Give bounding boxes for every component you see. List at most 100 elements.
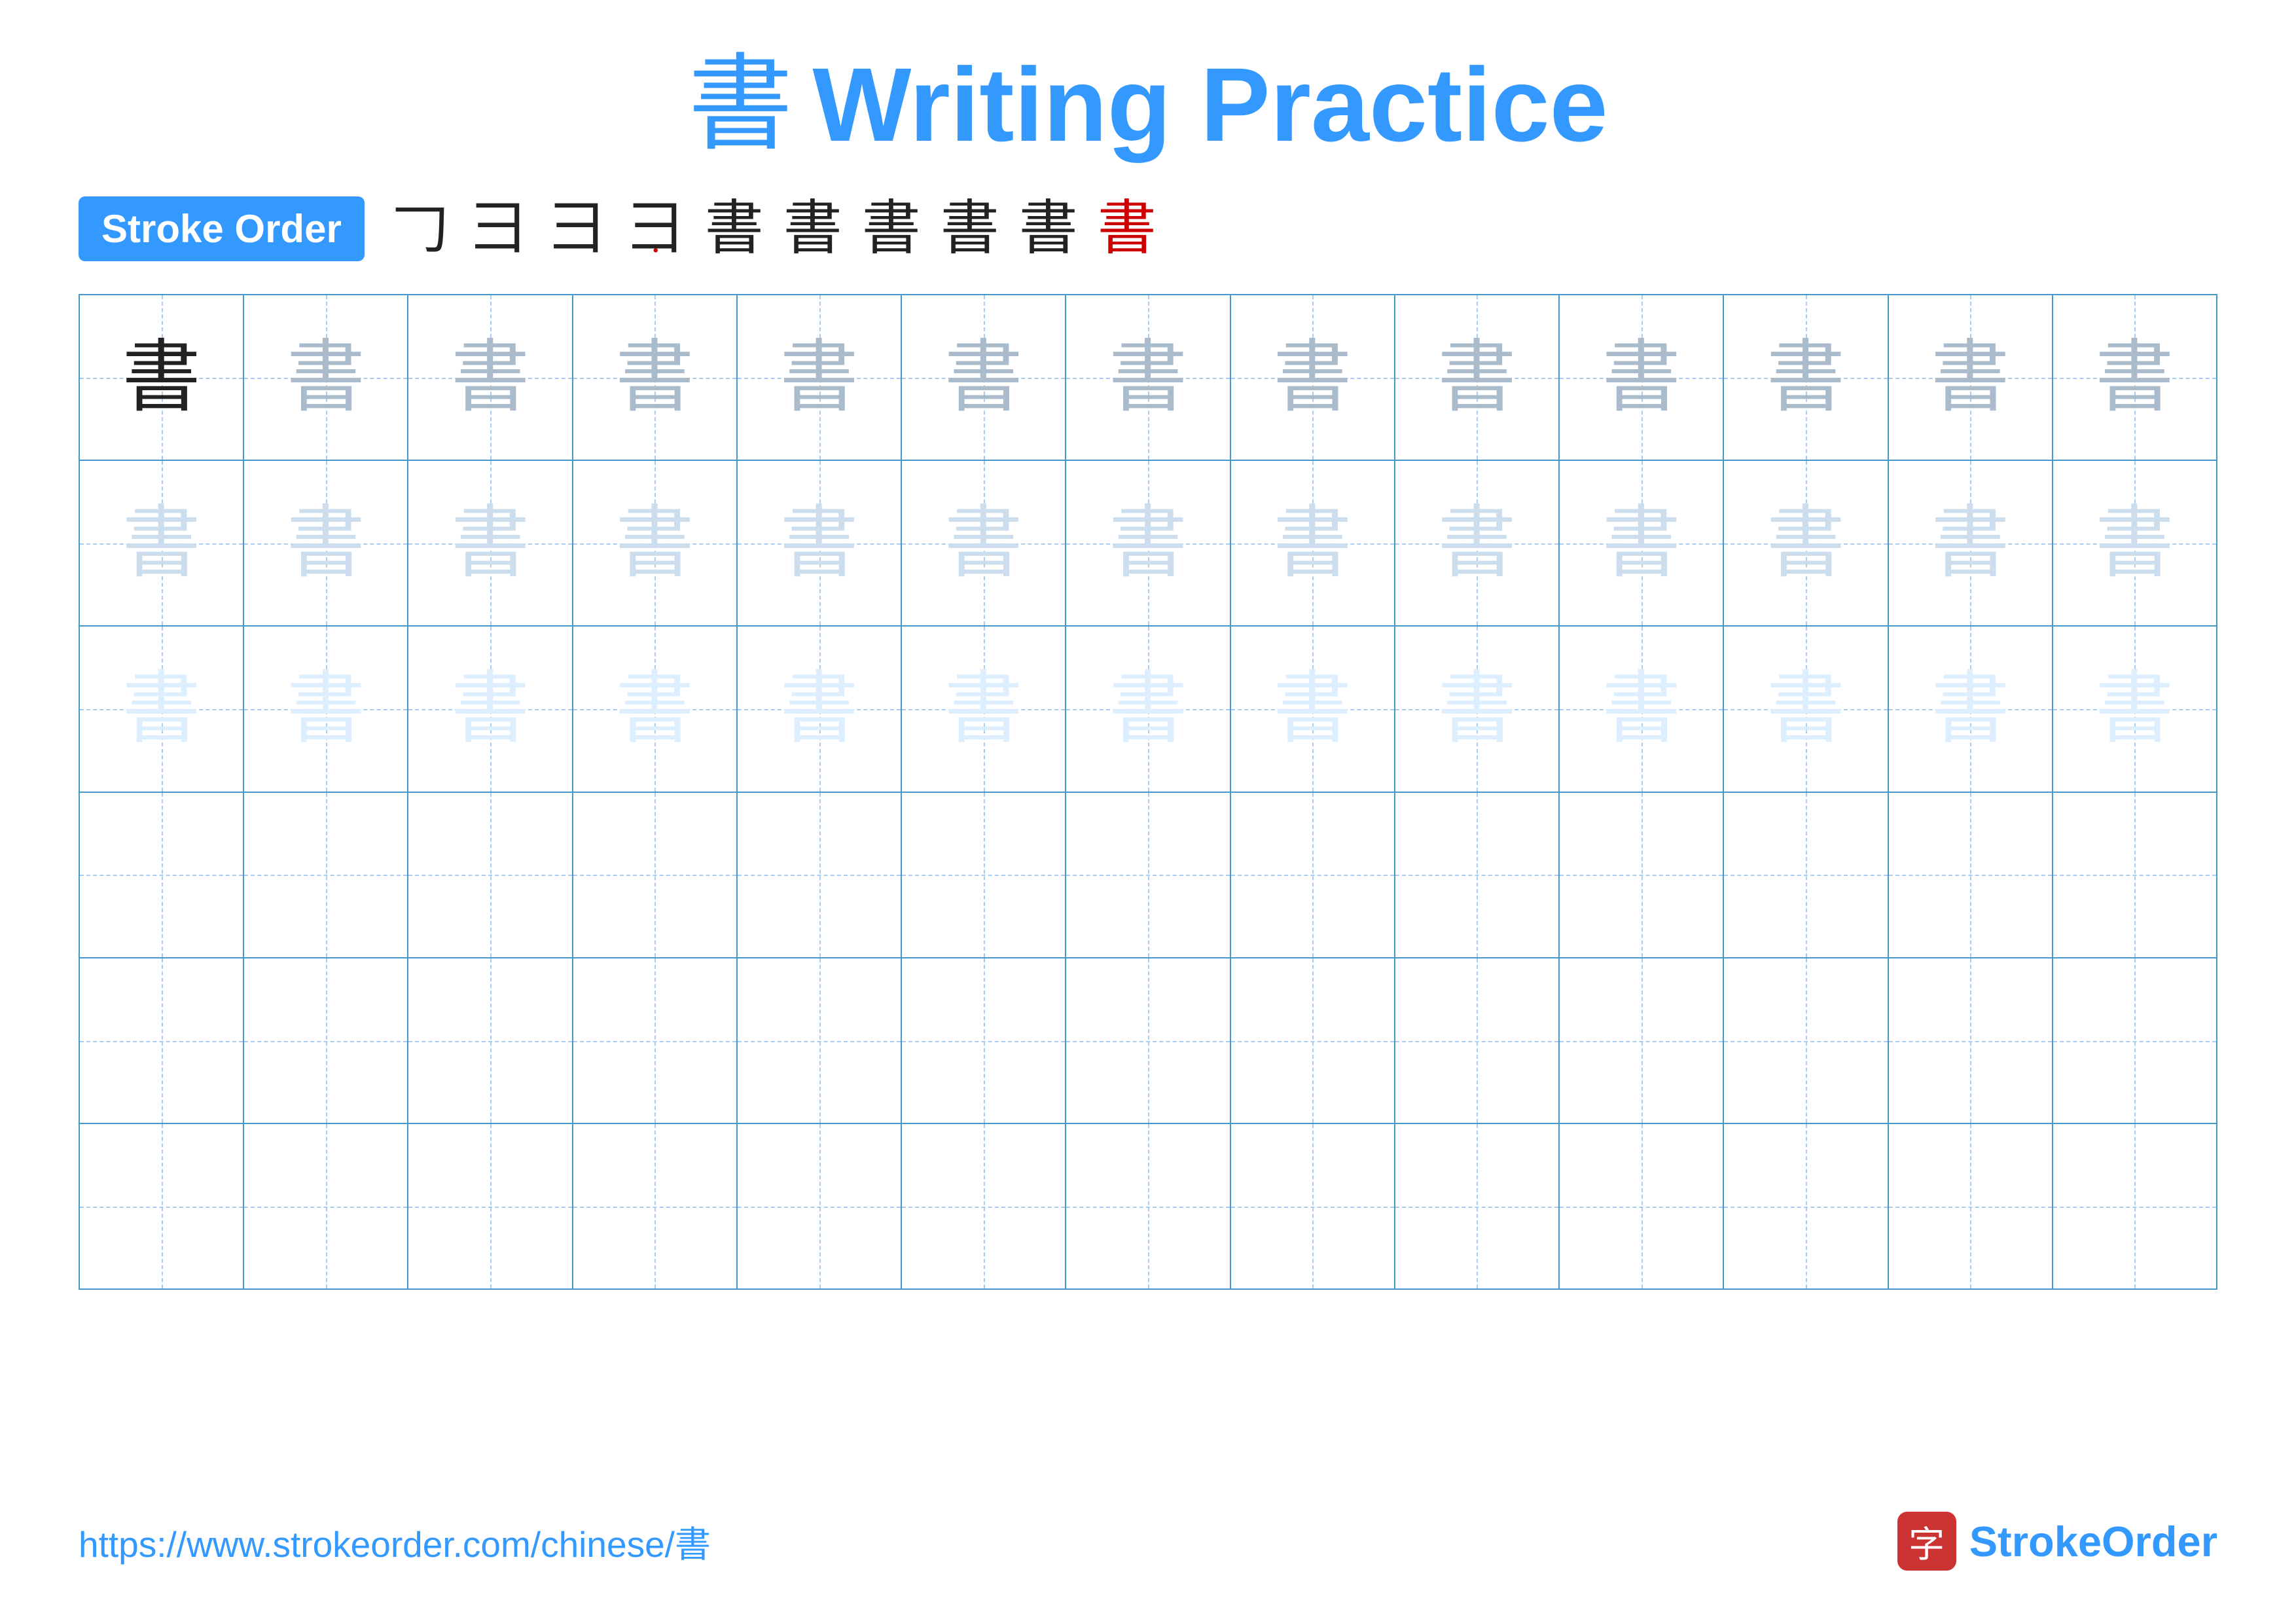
- grid-cell[interactable]: [738, 1124, 902, 1288]
- grid-cell[interactable]: 書: [80, 295, 244, 460]
- grid-cell[interactable]: [1066, 793, 1230, 957]
- cell-character: 書: [1437, 504, 1516, 583]
- cell-character: 書: [1273, 504, 1352, 583]
- grid-cell[interactable]: [1889, 793, 2053, 957]
- grid-cell[interactable]: [2053, 958, 2216, 1123]
- grid-cell[interactable]: 書: [1724, 461, 1888, 625]
- stroke-10: 書: [1098, 200, 1157, 259]
- grid-cell[interactable]: 書: [1889, 461, 2053, 625]
- grid-cell[interactable]: 書: [902, 295, 1066, 460]
- grid-cell[interactable]: [1724, 793, 1888, 957]
- footer-url[interactable]: https://www.strokeorder.com/chinese/書: [79, 1515, 711, 1567]
- grid-cell[interactable]: 書: [1395, 627, 1560, 791]
- cell-character: 書: [1931, 504, 2009, 583]
- grid-cell[interactable]: [902, 958, 1066, 1123]
- grid-cell[interactable]: [2053, 1124, 2216, 1288]
- grid-cell[interactable]: [902, 793, 1066, 957]
- title-kanji: 書: [688, 52, 793, 157]
- grid-cell[interactable]: 書: [902, 627, 1066, 791]
- grid-cell[interactable]: [1889, 1124, 2053, 1288]
- grid-row: [80, 958, 2216, 1124]
- grid-cell[interactable]: [1560, 1124, 1724, 1288]
- cell-character: 書: [1602, 670, 1681, 748]
- grid-cell[interactable]: 書: [244, 461, 408, 625]
- grid-cell[interactable]: 書: [408, 295, 573, 460]
- grid-cell[interactable]: 書: [1395, 295, 1560, 460]
- grid-cell[interactable]: 書: [573, 627, 738, 791]
- grid-cell[interactable]: 書: [1395, 461, 1560, 625]
- grid-cell[interactable]: 書: [2053, 461, 2216, 625]
- stroke-6: 書: [783, 200, 842, 259]
- grid-cell[interactable]: 書: [80, 627, 244, 791]
- cell-character: 書: [615, 670, 694, 748]
- grid-cell[interactable]: [738, 793, 902, 957]
- footer-logo-text: StrokeOrder: [1969, 1517, 2217, 1566]
- grid-cell[interactable]: 書: [1231, 461, 1395, 625]
- grid-cell[interactable]: 書: [738, 295, 902, 460]
- grid-cell[interactable]: [1560, 793, 1724, 957]
- grid-cell[interactable]: [1395, 958, 1560, 1123]
- grid-cell[interactable]: [573, 958, 738, 1123]
- grid-cell[interactable]: [80, 793, 244, 957]
- cell-character: 書: [2095, 670, 2174, 748]
- cell-character: 書: [1931, 338, 2009, 417]
- grid-cell[interactable]: 書: [738, 627, 902, 791]
- writing-grid: 書書書書書書書書書書書書書書書書書書書書書書書書書書書書書書書書書書書書書書書: [79, 294, 2217, 1290]
- grid-cell[interactable]: 書: [1560, 295, 1724, 460]
- grid-cell[interactable]: 書: [1231, 627, 1395, 791]
- grid-cell[interactable]: 書: [80, 461, 244, 625]
- grid-cell[interactable]: 書: [244, 295, 408, 460]
- grid-cell[interactable]: 書: [1066, 627, 1230, 791]
- grid-cell[interactable]: [1724, 1124, 1888, 1288]
- cell-character: 書: [1767, 338, 1845, 417]
- grid-cell[interactable]: [408, 1124, 573, 1288]
- cell-character: 書: [451, 504, 529, 583]
- grid-cell[interactable]: 書: [2053, 627, 2216, 791]
- grid-cell[interactable]: 書: [1724, 627, 1888, 791]
- grid-cell[interactable]: 書: [1066, 461, 1230, 625]
- grid-cell[interactable]: [1231, 793, 1395, 957]
- grid-cell[interactable]: 書: [1231, 295, 1395, 460]
- grid-cell[interactable]: 書: [408, 461, 573, 625]
- grid-cell[interactable]: [244, 958, 408, 1123]
- grid-cell[interactable]: 書: [408, 627, 573, 791]
- grid-cell[interactable]: 書: [1066, 295, 1230, 460]
- cell-character: 書: [615, 338, 694, 417]
- cell-character: 書: [1273, 670, 1352, 748]
- grid-cell[interactable]: 書: [573, 461, 738, 625]
- grid-cell[interactable]: [573, 793, 738, 957]
- grid-cell[interactable]: 書: [902, 461, 1066, 625]
- grid-cell[interactable]: [80, 958, 244, 1123]
- grid-cell[interactable]: [1889, 958, 2053, 1123]
- grid-cell[interactable]: 書: [1560, 461, 1724, 625]
- grid-cell[interactable]: 書: [1560, 627, 1724, 791]
- grid-cell[interactable]: [408, 958, 573, 1123]
- grid-cell[interactable]: [408, 793, 573, 957]
- grid-cell[interactable]: [902, 1124, 1066, 1288]
- grid-cell[interactable]: [1395, 1124, 1560, 1288]
- cell-character: 書: [1931, 670, 2009, 748]
- grid-cell[interactable]: 書: [244, 627, 408, 791]
- grid-cell[interactable]: [1066, 958, 1230, 1123]
- grid-cell[interactable]: [2053, 793, 2216, 957]
- grid-cell[interactable]: [573, 1124, 738, 1288]
- grid-cell[interactable]: 書: [1889, 627, 2053, 791]
- grid-cell[interactable]: [244, 793, 408, 957]
- grid-cell[interactable]: [80, 1124, 244, 1288]
- grid-cell[interactable]: 書: [2053, 295, 2216, 460]
- grid-cell[interactable]: [1395, 793, 1560, 957]
- grid-cell[interactable]: 書: [738, 461, 902, 625]
- grid-cell[interactable]: 書: [1889, 295, 2053, 460]
- grid-cell[interactable]: 書: [573, 295, 738, 460]
- grid-cell[interactable]: [1066, 1124, 1230, 1288]
- grid-cell[interactable]: [1724, 958, 1888, 1123]
- grid-cell[interactable]: 書: [1724, 295, 1888, 460]
- cell-character: 書: [122, 670, 201, 748]
- grid-cell[interactable]: [1560, 958, 1724, 1123]
- grid-cell[interactable]: [1231, 1124, 1395, 1288]
- cell-character: 書: [944, 504, 1023, 583]
- grid-cell[interactable]: [738, 958, 902, 1123]
- footer: https://www.strokeorder.com/chinese/書 字 …: [79, 1512, 2217, 1571]
- grid-cell[interactable]: [1231, 958, 1395, 1123]
- grid-cell[interactable]: [244, 1124, 408, 1288]
